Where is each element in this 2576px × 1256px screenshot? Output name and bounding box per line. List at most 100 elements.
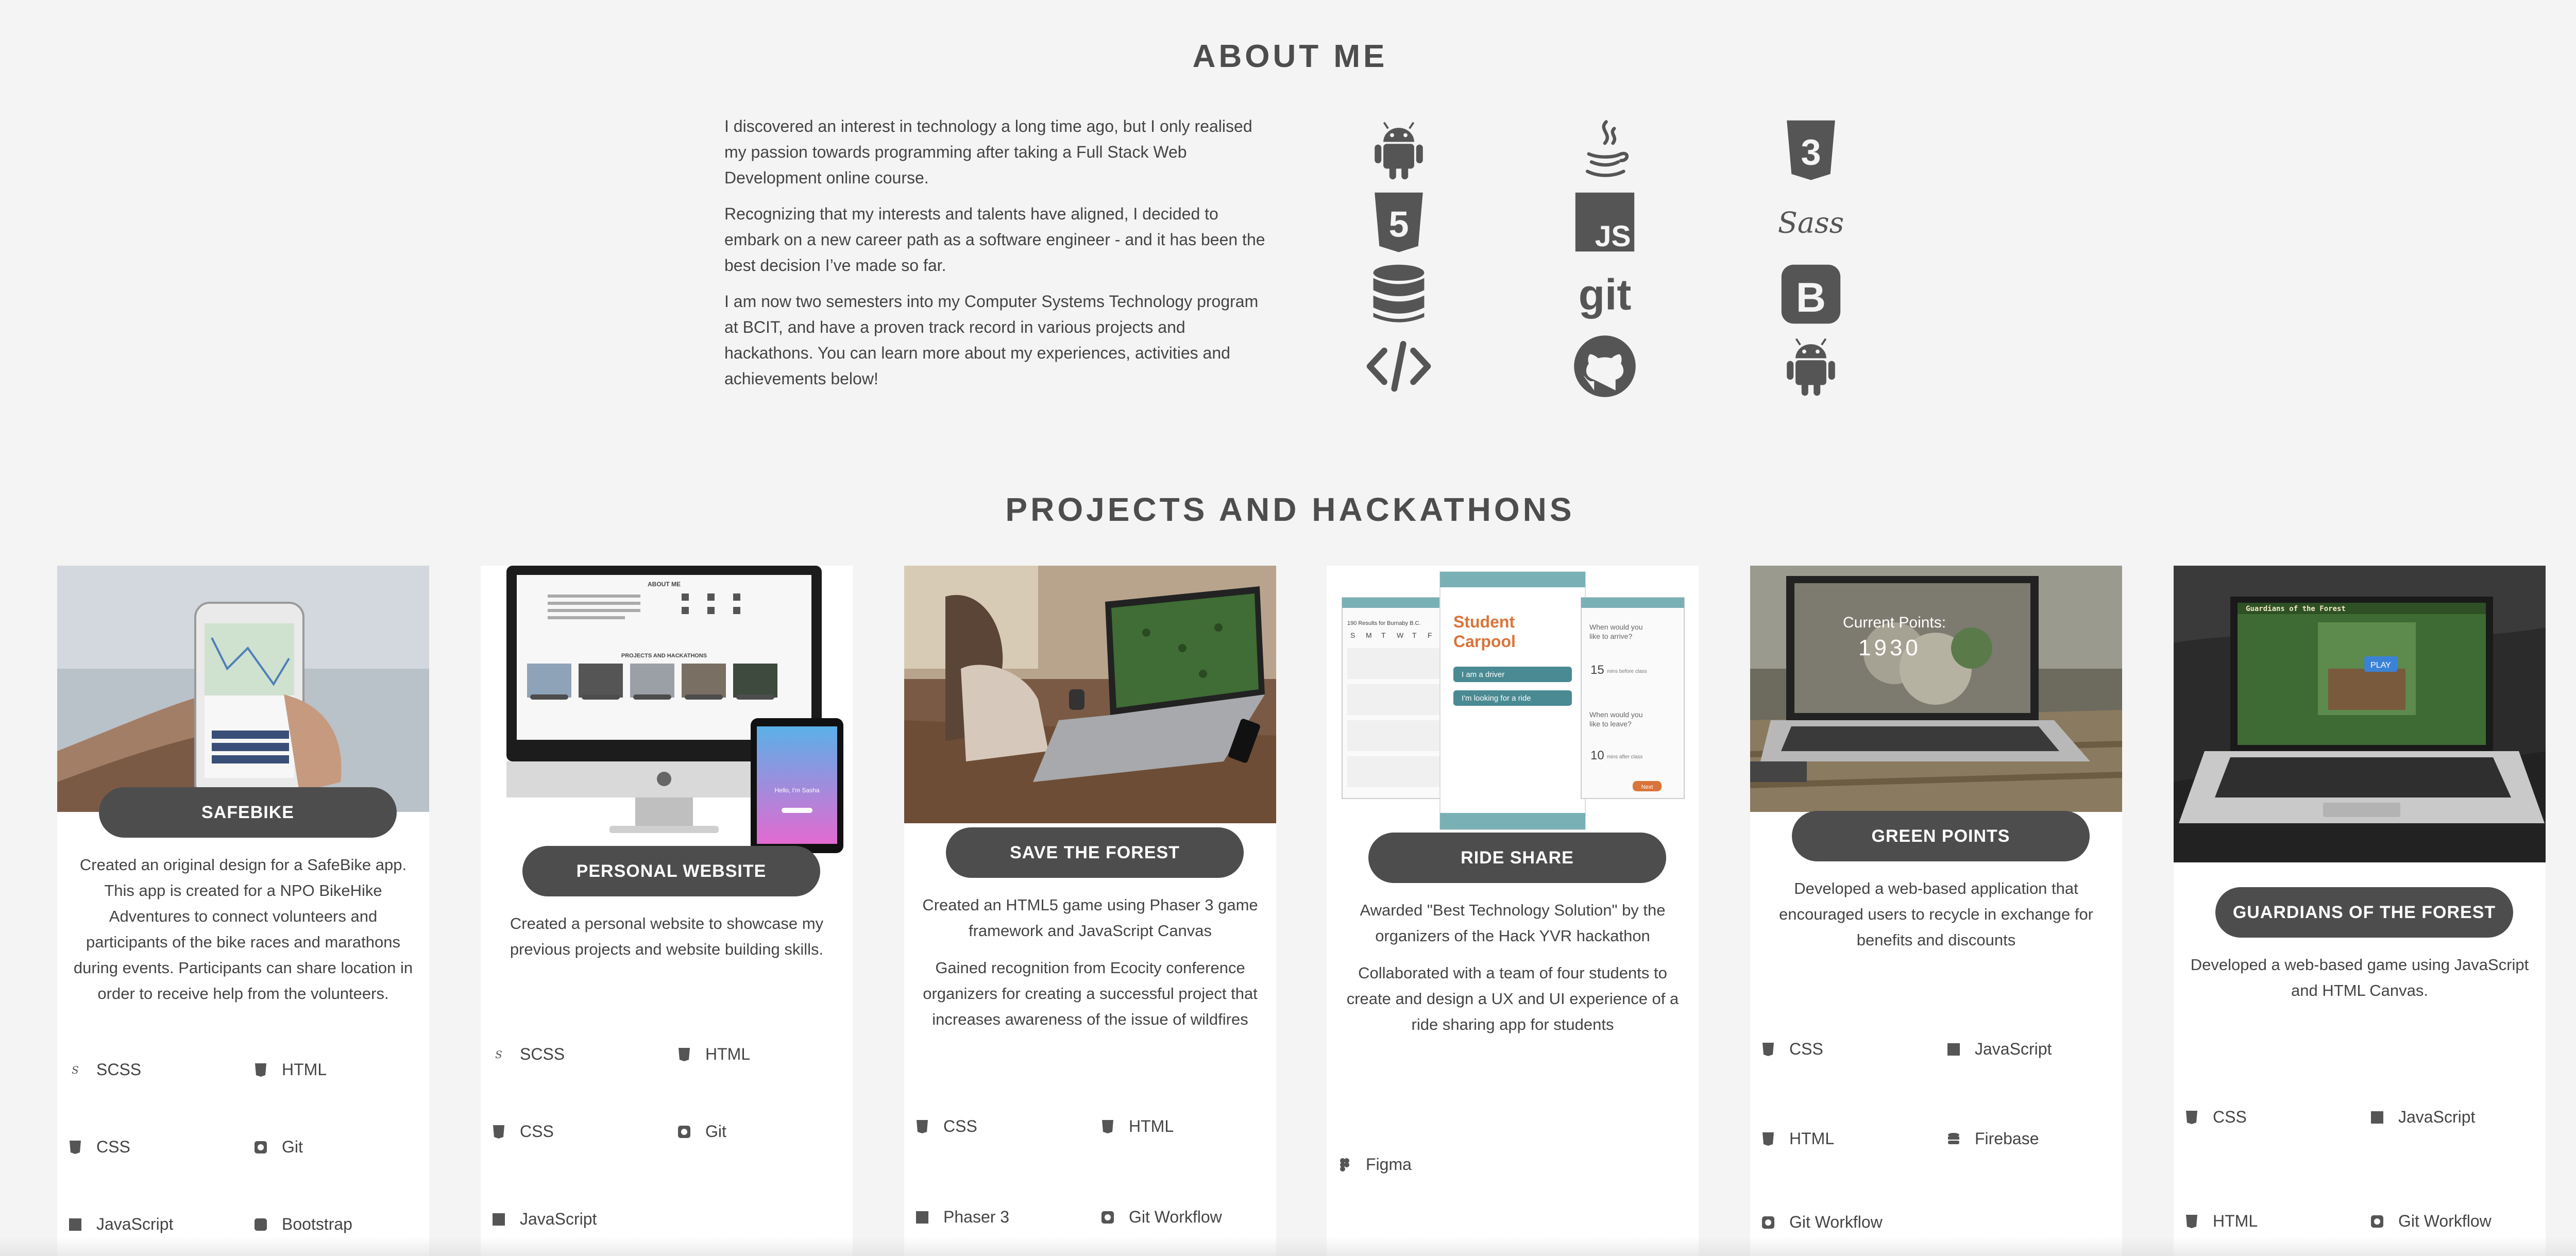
safebike-title-button[interactable]: SAFEBIKE <box>99 787 397 838</box>
bottom-fade <box>0 1236 2576 1256</box>
javascript-icon <box>69 1218 81 1231</box>
tech-item-git-workflow: Git Workflow <box>1760 1213 1883 1232</box>
javascript-icon <box>916 1211 928 1224</box>
tech-item-git: Git <box>253 1138 303 1157</box>
project-card-green-points[interactable]: Current Points: 1930 GREEN POINTS Develo… <box>1750 566 2122 1256</box>
svg-text:M: M <box>1366 631 1372 639</box>
tech-item-figma: Figma <box>1337 1155 1412 1174</box>
html5-icon <box>255 1063 266 1077</box>
svg-text:I am a driver: I am a driver <box>1462 670 1504 679</box>
sass-icon: S <box>495 1048 502 1061</box>
about-paragraph: Recognizing that my interests and talent… <box>724 205 1265 275</box>
android-icon <box>1360 116 1437 183</box>
tech-item-html: HTML <box>2184 1212 2258 1231</box>
svg-text:like to arrive?: like to arrive? <box>1589 632 1632 640</box>
html5-icon <box>2186 1214 2197 1228</box>
html5-icon <box>679 1047 690 1061</box>
ride-share-description: Awarded "Best Technology Solution" by th… <box>1337 897 1688 1049</box>
about-paragraph: I discovered an interest in technology a… <box>724 117 1252 187</box>
svg-text:Hello, I'm Sasha: Hello, I'm Sasha <box>775 787 820 794</box>
git-icon <box>1762 1216 1774 1229</box>
tech-item-css: CSS <box>1760 1040 1823 1059</box>
html5-icon: 5 <box>1360 189 1437 256</box>
bootstrap-icon: B <box>1772 261 1850 328</box>
javascript-icon <box>1947 1043 1960 1056</box>
save-the-forest-title-button[interactable]: SAVE THE FOREST <box>946 827 1244 878</box>
svg-text:3: 3 <box>1801 132 1821 173</box>
svg-text:S: S <box>495 1048 502 1061</box>
project-card-personal-website[interactable]: ABOUT ME PROJECTS AND HACKATHONS Hello, … <box>481 566 853 1256</box>
ride-share-title-button[interactable]: RIDE SHARE <box>1368 833 1666 883</box>
safebike-image <box>57 566 429 812</box>
guardians-title-button[interactable]: GUARDIANS OF THE FOREST <box>2215 887 2513 938</box>
svg-text:15: 15 <box>1590 663 1604 677</box>
svg-text:Carpool: Carpool <box>1453 632 1516 651</box>
green-points-image: Current Points: 1930 <box>1750 566 2122 812</box>
tech-item-html: HTML <box>253 1060 327 1079</box>
css3-icon <box>2186 1110 2197 1124</box>
svg-text:I'm looking for a ride: I'm looking for a ride <box>1462 694 1531 703</box>
svg-text:mins before class: mins before class <box>1607 669 1647 674</box>
about-text: I discovered an interest in technology a… <box>724 113 1276 402</box>
tech-item-javascript: JavaScript <box>2369 1108 2475 1127</box>
css3-icon <box>917 1119 928 1133</box>
project-paragraph: Gained recognition from Ecocity conferen… <box>923 959 1258 1028</box>
tech-item-scss: S SCSS <box>491 1045 565 1064</box>
svg-text:When would you: When would you <box>1589 623 1643 631</box>
tech-item-css: CSS <box>914 1117 977 1136</box>
svg-text:1930: 1930 <box>1858 635 1921 660</box>
svg-text:PLAY: PLAY <box>2370 661 2391 670</box>
css3-icon <box>70 1140 81 1154</box>
code-icon <box>1360 333 1437 400</box>
svg-text:B: B <box>1796 275 1826 321</box>
sass-icon: Sass <box>1772 189 1850 256</box>
svg-text:Next: Next <box>1641 784 1653 790</box>
html5-icon <box>1102 1119 1113 1133</box>
project-card-safebike[interactable]: SAFEBIKE Created an original design for … <box>57 566 429 1256</box>
projects-title: PROJECTS AND HACKATHONS <box>1005 491 1575 528</box>
svg-text:like to leave?: like to leave? <box>1589 720 1632 728</box>
save-the-forest-image <box>904 566 1276 823</box>
project-card-save-the-forest[interactable]: SAVE THE FOREST Created an HTML5 game us… <box>904 566 1276 1256</box>
project-paragraph: Collaborated with a team of four student… <box>1346 964 1679 1033</box>
svg-text:ABOUT ME: ABOUT ME <box>648 581 681 588</box>
svg-text:PROJECTS AND HACKATHONS: PROJECTS AND HACKATHONS <box>621 653 707 659</box>
personal-website-image: ABOUT ME PROJECTS AND HACKATHONS Hello, … <box>481 566 853 854</box>
database-icon <box>1948 1132 1959 1144</box>
bootstrap-icon <box>255 1218 267 1231</box>
ride-share-image: 190 Results for Burnaby B.C. SMTWTF Stud… <box>1327 566 1699 834</box>
javascript-icon: JS <box>1566 189 1643 256</box>
tech-item-css: CSS <box>67 1138 130 1157</box>
css3-icon: 3 <box>1772 116 1850 183</box>
svg-text:Guardians of the Forest: Guardians of the Forest <box>2246 605 2346 613</box>
guardians-image: Guardians of the Forest PLAY <box>2174 566 2546 862</box>
svg-text:10: 10 <box>1590 749 1604 762</box>
project-paragraph: Developed a web-based application that e… <box>1778 879 2094 949</box>
svg-text:T: T <box>1412 631 1417 639</box>
safebike-description: Created an original design for a SafeBik… <box>67 852 419 1018</box>
tech-item-git-workflow: Git Workflow <box>2369 1212 2492 1231</box>
project-card-ride-share[interactable]: 190 Results for Burnaby B.C. SMTWTF Stud… <box>1327 566 1699 1256</box>
tech-item-git-workflow: Git Workflow <box>1100 1208 1222 1227</box>
project-card-guardians-of-the-forest[interactable]: Guardians of the Forest PLAY GUARDIANS O… <box>2174 566 2546 1256</box>
personal-website-title-button[interactable]: PERSONAL WEBSITE <box>522 846 820 896</box>
svg-text:git: git <box>1579 270 1632 319</box>
green-points-title-button[interactable]: GREEN POINTS <box>1792 811 2090 861</box>
javascript-icon <box>2371 1111 2383 1124</box>
html5-icon <box>1762 1132 1774 1146</box>
git-icon: git <box>1566 261 1643 328</box>
svg-text:Sass: Sass <box>1778 206 1844 240</box>
svg-text:When would you: When would you <box>1589 710 1643 719</box>
about-title: ABOUT ME <box>1192 39 1388 74</box>
tech-item-javascript: JavaScript <box>491 1210 597 1229</box>
tech-item-javascript: JavaScript <box>1946 1040 2052 1059</box>
skills-grid: 3 5 JS Sass git B <box>1360 116 1855 405</box>
tech-item-html: HTML <box>676 1045 750 1064</box>
tech-item-phaser: Phaser 3 <box>914 1208 1009 1227</box>
svg-text:190 Results for Burnaby B.C.: 190 Results for Burnaby B.C. <box>1347 620 1420 626</box>
svg-text:5: 5 <box>1388 204 1409 245</box>
project-paragraph: Created an original design for a SafeBik… <box>73 856 413 1003</box>
svg-text:Current Points:: Current Points: <box>1843 614 1946 631</box>
css3-icon <box>493 1125 504 1139</box>
project-paragraph: Created a personal website to showcase m… <box>510 914 824 958</box>
